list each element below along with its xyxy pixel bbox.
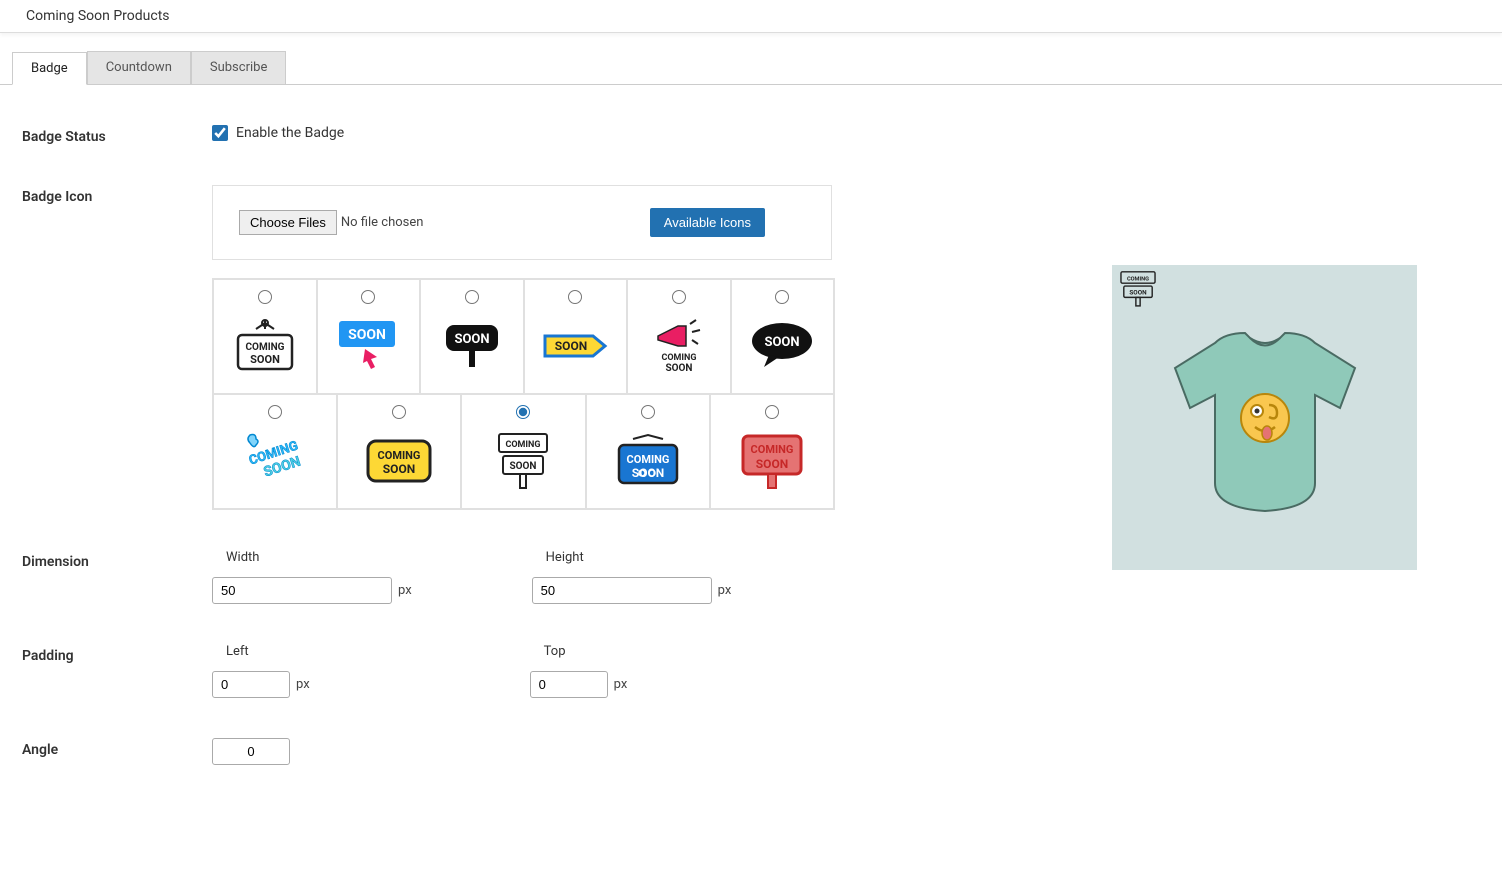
dimension-label: Dimension bbox=[22, 550, 212, 570]
megaphone-coming-soon-icon: COMINGSOON bbox=[644, 316, 714, 376]
page-title: Coming Soon Products bbox=[26, 8, 1476, 24]
icon-radio-1[interactable] bbox=[258, 290, 272, 304]
icon-radio-11[interactable] bbox=[765, 405, 779, 419]
svg-text:SOON: SOON bbox=[665, 363, 692, 374]
svg-text:COMING: COMING bbox=[626, 453, 669, 466]
height-unit: px bbox=[718, 583, 732, 598]
svg-text:SOON: SOON bbox=[454, 332, 489, 347]
svg-text:SOON: SOON bbox=[1129, 289, 1147, 297]
top-unit: px bbox=[614, 677, 628, 692]
preview-badge-icon: COMING SOON bbox=[1116, 269, 1160, 313]
soon-arrow-icon: SOON bbox=[540, 316, 610, 376]
coming-soon-slanted-icon: COMINGSOON bbox=[240, 431, 310, 491]
svg-text:COMING: COMING bbox=[1127, 276, 1149, 282]
svg-text:SOON: SOON bbox=[765, 335, 800, 350]
width-input[interactable] bbox=[212, 577, 392, 604]
badge-icon-label: Badge Icon bbox=[22, 185, 212, 205]
icon-radio-4[interactable] bbox=[568, 290, 582, 304]
icon-radio-3[interactable] bbox=[465, 290, 479, 304]
tab-badge[interactable]: Badge bbox=[12, 52, 87, 85]
icon-option-5[interactable]: COMINGSOON bbox=[627, 279, 731, 394]
width-label: Width bbox=[226, 550, 412, 565]
icon-option-8[interactable]: COMINGSOON bbox=[337, 394, 461, 509]
svg-text:SOON: SOON bbox=[631, 466, 663, 480]
svg-text:SOON: SOON bbox=[383, 462, 415, 476]
svg-text:SOON: SOON bbox=[510, 461, 537, 472]
coming-soon-yellow-badge-icon: COMINGSOON bbox=[364, 431, 434, 491]
choose-files-button[interactable]: Choose Files bbox=[239, 210, 337, 235]
svg-text:SOON: SOON bbox=[250, 353, 280, 366]
icon-option-7[interactable]: COMINGSOON bbox=[213, 394, 337, 509]
coming-soon-signpost-outline-icon: COMING SOON bbox=[488, 431, 558, 491]
upload-box: Choose Files No file chosen Available Ic… bbox=[212, 185, 832, 260]
icon-radio-10[interactable] bbox=[641, 405, 655, 419]
top-label: Top bbox=[544, 644, 628, 659]
soon-signpost-icon: SOON bbox=[437, 316, 507, 376]
svg-text:COMING: COMING bbox=[750, 443, 793, 456]
preview-tshirt-image bbox=[1155, 313, 1375, 523]
width-unit: px bbox=[398, 583, 412, 598]
icon-radio-8[interactable] bbox=[392, 405, 406, 419]
icon-option-4[interactable]: SOON bbox=[524, 279, 628, 394]
height-label: Height bbox=[546, 550, 732, 565]
height-input[interactable] bbox=[532, 577, 712, 604]
svg-text:SOON: SOON bbox=[348, 327, 386, 343]
enable-badge-label: Enable the Badge bbox=[236, 125, 344, 141]
icon-option-11[interactable]: COMINGSOON bbox=[710, 394, 834, 509]
padding-left-input[interactable] bbox=[212, 671, 290, 698]
icon-option-10[interactable]: COMINGSOON bbox=[586, 394, 710, 509]
enable-badge-checkbox[interactable] bbox=[212, 125, 228, 141]
tab-countdown[interactable]: Countdown bbox=[87, 51, 191, 84]
svg-text:COMING: COMING bbox=[661, 353, 696, 363]
preview-box: COMING SOON bbox=[1112, 265, 1417, 570]
soon-speech-bubble-icon: SOON bbox=[747, 316, 817, 376]
icon-option-2[interactable]: SOON bbox=[317, 279, 421, 394]
icon-option-1[interactable]: COMINGSOON bbox=[213, 279, 317, 394]
padding-label: Padding bbox=[22, 644, 212, 664]
icon-radio-7[interactable] bbox=[268, 405, 282, 419]
icon-option-9[interactable]: COMING SOON bbox=[461, 394, 585, 509]
svg-text:COMING: COMING bbox=[506, 440, 541, 450]
tabs: Badge Countdown Subscribe bbox=[0, 51, 1502, 85]
icon-radio-9[interactable] bbox=[516, 405, 530, 419]
angle-label: Angle bbox=[22, 738, 212, 758]
no-file-text: No file chosen bbox=[341, 215, 424, 230]
icon-radio-6[interactable] bbox=[775, 290, 789, 304]
svg-text:COMING: COMING bbox=[378, 449, 421, 462]
angle-input[interactable] bbox=[212, 738, 290, 765]
available-icons-button[interactable]: Available Icons bbox=[650, 208, 765, 237]
coming-soon-red-sign-icon: COMINGSOON bbox=[737, 431, 807, 491]
coming-soon-blue-sign-icon: COMINGSOON bbox=[613, 431, 683, 491]
icon-grid: COMINGSOON SOON SOON bbox=[212, 278, 835, 510]
svg-text:SOON: SOON bbox=[555, 339, 587, 353]
icon-option-3[interactable]: SOON bbox=[420, 279, 524, 394]
tab-subscribe[interactable]: Subscribe bbox=[191, 51, 286, 84]
soon-cursor-icon: SOON bbox=[333, 316, 403, 376]
badge-status-label: Badge Status bbox=[22, 125, 212, 145]
icon-radio-5[interactable] bbox=[672, 290, 686, 304]
coming-soon-sign-icon: COMINGSOON bbox=[230, 316, 300, 376]
icon-radio-2[interactable] bbox=[361, 290, 375, 304]
left-unit: px bbox=[296, 677, 310, 692]
padding-top-input[interactable] bbox=[530, 671, 608, 698]
left-label: Left bbox=[226, 644, 310, 659]
svg-text:SOON: SOON bbox=[756, 457, 788, 471]
icon-option-6[interactable]: SOON bbox=[731, 279, 835, 394]
svg-text:COMING: COMING bbox=[245, 342, 284, 353]
